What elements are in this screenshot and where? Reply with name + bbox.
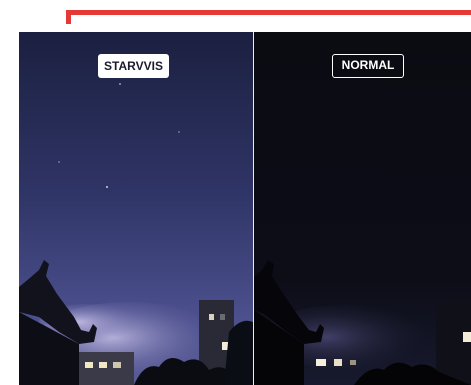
normal-label-badge: NORMAL bbox=[332, 54, 404, 78]
starvvis-label-badge: STARVVIS bbox=[98, 54, 169, 78]
normal-night-photo: NORMAL bbox=[254, 32, 471, 385]
red-highlight-frame bbox=[66, 10, 471, 24]
normal-scene bbox=[254, 32, 471, 385]
starvvis-scene bbox=[19, 32, 253, 385]
starvvis-night-photo: STARVVIS bbox=[19, 32, 253, 385]
